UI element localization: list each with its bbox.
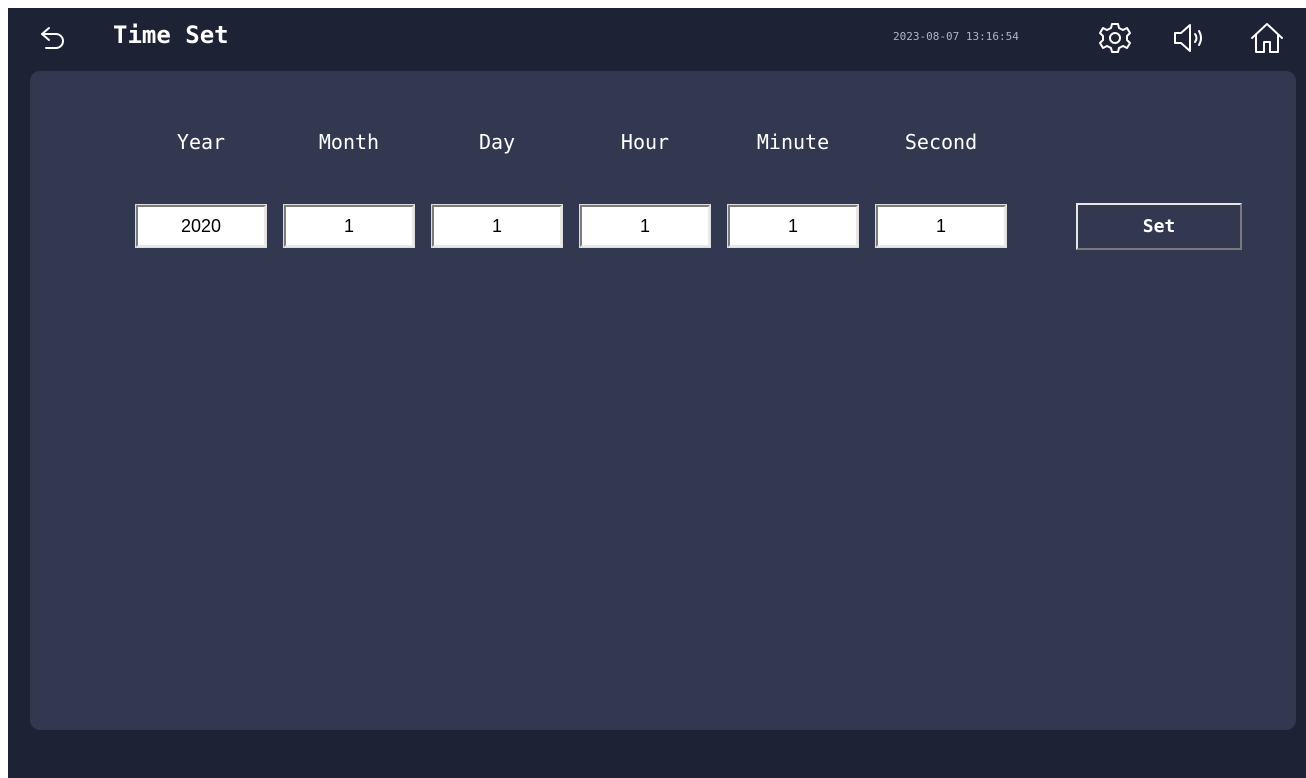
hour-input[interactable] <box>579 204 711 248</box>
home-icon[interactable] <box>1249 20 1285 56</box>
day-input[interactable] <box>431 204 563 248</box>
page-title: Time Set <box>113 21 229 49</box>
gear-icon[interactable] <box>1097 20 1133 56</box>
back-arrow-icon[interactable] <box>38 23 68 53</box>
month-input[interactable] <box>283 204 415 248</box>
time-set-screen: Time Set 2023-08-07 13:16:54 Year Month … <box>8 8 1306 778</box>
time-settings-panel: Year Month Day Hour Minute Second Set <box>30 71 1296 730</box>
current-datetime: 2023-08-07 13:16:54 <box>893 30 1019 43</box>
year-input[interactable] <box>135 204 267 248</box>
hour-label: Hour <box>620 130 670 154</box>
minute-input[interactable] <box>727 204 859 248</box>
year-label: Year <box>176 130 226 154</box>
month-label: Month <box>318 130 380 154</box>
second-input[interactable] <box>875 204 1007 248</box>
speaker-icon[interactable] <box>1171 20 1207 56</box>
day-label: Day <box>478 130 516 154</box>
second-label: Second <box>904 130 978 154</box>
minute-label: Minute <box>756 130 830 154</box>
set-time-button[interactable]: Set <box>1076 203 1242 250</box>
top-bar: Time Set 2023-08-07 13:16:54 <box>8 8 1306 68</box>
